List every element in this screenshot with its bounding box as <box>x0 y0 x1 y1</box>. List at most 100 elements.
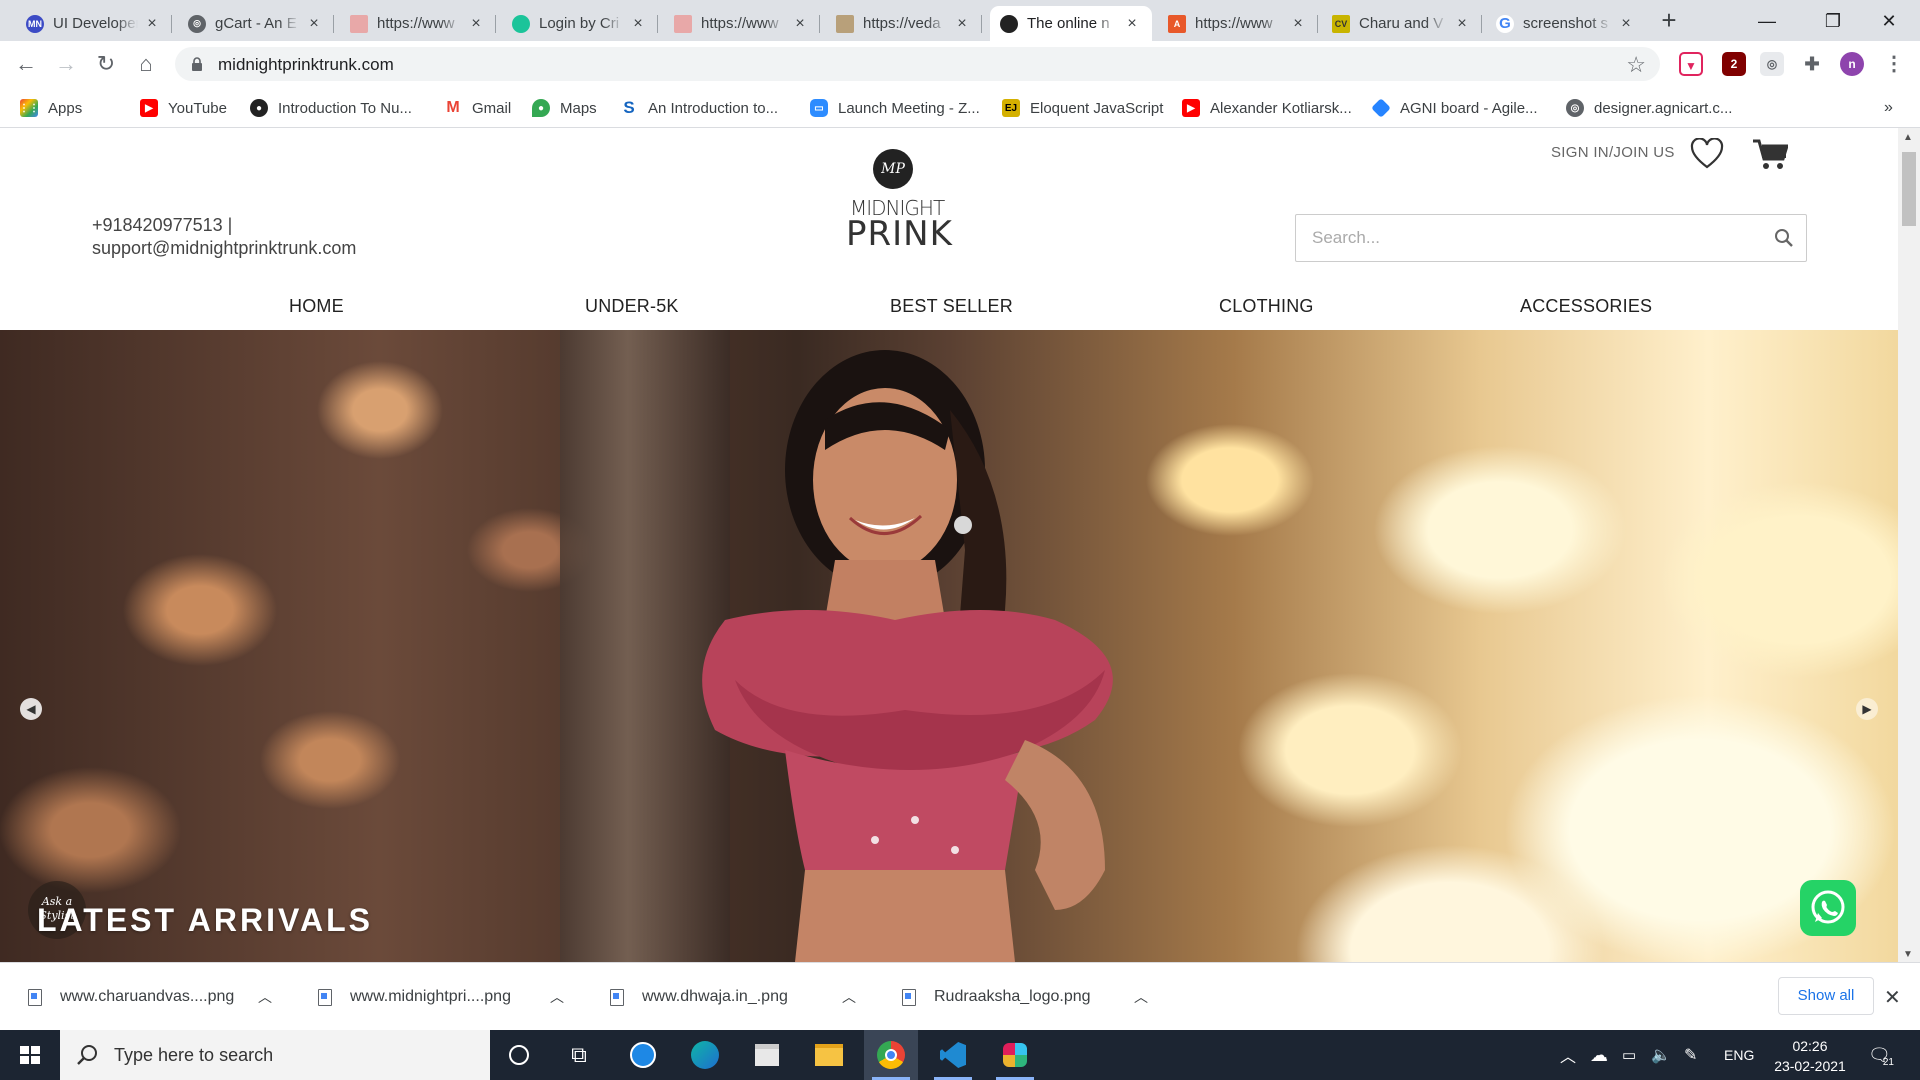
tab-9[interactable]: G screenshot s × <box>1486 6 1646 41</box>
scroll-up-icon[interactable]: ▲ <box>1903 132 1913 143</box>
bookmark-maps[interactable]: ● Maps <box>532 97 597 119</box>
tab-8[interactable]: CV Charu and V × <box>1322 6 1482 41</box>
search-icon[interactable] <box>1774 228 1794 248</box>
url-text[interactable]: midnightprinktrunk.com <box>218 55 394 75</box>
brand-logo-line2[interactable]: PRINK <box>846 214 952 254</box>
pocket-extension-icon[interactable]: ▼ <box>1679 52 1703 76</box>
close-icon[interactable]: × <box>630 15 646 32</box>
hero-banner[interactable]: ◀ ▶ Ask a Stylist LATEST ARRIVALS <box>0 330 1898 962</box>
safari-app-icon[interactable] <box>616 1030 670 1080</box>
signin-link[interactable]: SIGN IN/JOIN US <box>1551 144 1675 161</box>
puzzle-icon[interactable]: ✚ <box>1800 52 1824 76</box>
maximize-button[interactable]: ❐ <box>1818 6 1848 36</box>
nav-under-5k[interactable]: UNDER-5K <box>585 296 679 317</box>
download-item[interactable]: www.charuandvas....png ︿ <box>28 963 294 1031</box>
chevron-up-icon[interactable]: ︿ <box>258 987 272 1007</box>
page-scrollbar[interactable]: ▲ ▼ <box>1898 128 1920 962</box>
site-search-box[interactable] <box>1295 214 1807 262</box>
download-item[interactable]: www.dhwaja.in_.png ︿ <box>610 963 876 1031</box>
home-button[interactable]: ⌂ <box>132 50 160 78</box>
start-button[interactable] <box>0 1030 60 1080</box>
task-view-icon[interactable]: ⧉ <box>552 1030 606 1080</box>
scrollbar-thumb[interactable] <box>1902 152 1916 226</box>
pen-icon[interactable]: ✎ <box>1684 1030 1697 1080</box>
tab-2[interactable]: https://www × <box>340 6 496 41</box>
nav-clothing[interactable]: CLOTHING <box>1219 296 1314 317</box>
close-icon[interactable]: × <box>792 15 808 32</box>
taskbar-search-box[interactable]: Type here to search <box>60 1030 490 1080</box>
contact-email[interactable]: support@midnightprinktrunk.com <box>92 237 356 260</box>
ublock-extension-icon[interactable]: 2 <box>1722 52 1746 76</box>
close-icon[interactable]: × <box>1454 15 1470 32</box>
carousel-next-arrow[interactable]: ▶ <box>1856 698 1878 720</box>
tab-1[interactable]: ◎ gCart - An E × <box>178 6 334 41</box>
new-tab-button[interactable]: + <box>1656 7 1682 34</box>
bookmark-zoom[interactable]: ▭ Launch Meeting - Z... <box>810 97 980 119</box>
close-icon[interactable]: × <box>1124 15 1140 32</box>
site-search-input[interactable] <box>1312 227 1752 249</box>
tab-0[interactable]: MN UI Developer × <box>16 6 172 41</box>
tab-7[interactable]: A https://www × <box>1158 6 1318 41</box>
bookmark-intro-nu[interactable]: ● Introduction To Nu... <box>250 97 412 119</box>
close-icon[interactable]: × <box>1290 15 1306 32</box>
bookmark-eloquent-js[interactable]: EJ Eloquent JavaScript <box>1002 97 1163 119</box>
show-all-downloads-button[interactable]: Show all <box>1778 977 1874 1015</box>
nav-accessories[interactable]: ACCESSORIES <box>1520 296 1652 317</box>
volume-icon[interactable]: 🔈 <box>1651 1030 1671 1080</box>
whatsapp-button[interactable] <box>1800 880 1856 936</box>
download-item[interactable]: www.midnightpri....png ︿ <box>318 963 584 1031</box>
close-icon[interactable]: × <box>144 15 160 32</box>
bookmark-kotliarsky[interactable]: ▶ Alexander Kotliarsk... <box>1182 97 1352 119</box>
bookmark-apps[interactable]: ⋮⋮ Apps <box>19 97 82 119</box>
address-bar[interactable]: midnightprinktrunk.com ☆ <box>175 47 1660 81</box>
tray-chevron-icon[interactable]: ︿ <box>1560 1030 1576 1080</box>
file-explorer-icon[interactable] <box>802 1030 856 1080</box>
brand-logo-mark[interactable]: MP <box>873 149 913 189</box>
bookmark-designer[interactable]: ◎ designer.agnicart.c... <box>1566 97 1732 119</box>
chrome-app-icon[interactable] <box>864 1030 918 1080</box>
download-item[interactable]: Rudraaksha_logo.png ︿ <box>902 963 1168 1031</box>
cortana-icon[interactable] <box>492 1030 546 1080</box>
tab-3[interactable]: Login by Cri × <box>502 6 658 41</box>
onedrive-icon[interactable]: ☁ <box>1590 1030 1608 1080</box>
language-indicator[interactable]: ENG <box>1724 1030 1754 1080</box>
nav-best-seller[interactable]: BEST SELLER <box>890 296 1013 317</box>
profile-avatar[interactable]: n <box>1840 52 1864 76</box>
bookmark-intro[interactable]: S An Introduction to... <box>620 97 778 119</box>
close-icon[interactable]: ✕ <box>1884 985 1901 1010</box>
back-button[interactable]: ← <box>12 50 40 78</box>
window-close-button[interactable]: ✕ <box>1874 6 1904 36</box>
chevron-up-icon[interactable]: ︿ <box>1134 987 1148 1007</box>
close-icon[interactable]: × <box>954 15 970 32</box>
battery-icon[interactable]: ▭ <box>1622 1030 1636 1080</box>
close-icon[interactable]: × <box>306 15 322 32</box>
minimize-button[interactable]: — <box>1752 6 1782 36</box>
tab-5[interactable]: https://veda × <box>826 6 982 41</box>
bookmark-agni-board[interactable]: AGNI board - Agile... <box>1371 97 1538 119</box>
system-clock[interactable]: 02:26 23-02-2021 <box>1766 1036 1854 1076</box>
slack-app-icon[interactable] <box>988 1030 1042 1080</box>
bookmarks-overflow-icon[interactable]: » <box>1884 97 1893 119</box>
carousel-prev-arrow[interactable]: ◀ <box>20 698 42 720</box>
close-icon[interactable]: × <box>468 15 484 32</box>
notifications-icon[interactable]: 🗨 21 <box>1868 1030 1894 1080</box>
tab-4[interactable]: https://www × <box>664 6 820 41</box>
forward-button[interactable]: → <box>52 50 80 78</box>
bookmark-youtube[interactable]: ▶ YouTube <box>140 97 227 119</box>
vscode-app-icon[interactable] <box>926 1030 980 1080</box>
tab-6-active[interactable]: The online n × <box>990 6 1152 41</box>
cart-icon[interactable] <box>1752 138 1788 172</box>
bookmark-star-icon[interactable]: ☆ <box>1626 52 1646 78</box>
store-app-icon[interactable] <box>740 1030 794 1080</box>
bookmark-gmail[interactable]: M Gmail <box>444 97 511 119</box>
close-icon[interactable]: × <box>1618 15 1634 32</box>
extension-icon[interactable]: ◎ <box>1760 52 1784 76</box>
edge-app-icon[interactable] <box>678 1030 732 1080</box>
nav-home[interactable]: HOME <box>289 296 344 317</box>
menu-dots-icon[interactable]: ⋮ <box>1882 52 1906 76</box>
wishlist-heart-icon[interactable] <box>1690 138 1724 170</box>
scroll-down-icon[interactable]: ▼ <box>1903 949 1913 960</box>
chevron-up-icon[interactable]: ︿ <box>842 987 856 1007</box>
reload-button[interactable]: ↻ <box>92 50 120 78</box>
chevron-up-icon[interactable]: ︿ <box>550 987 564 1007</box>
